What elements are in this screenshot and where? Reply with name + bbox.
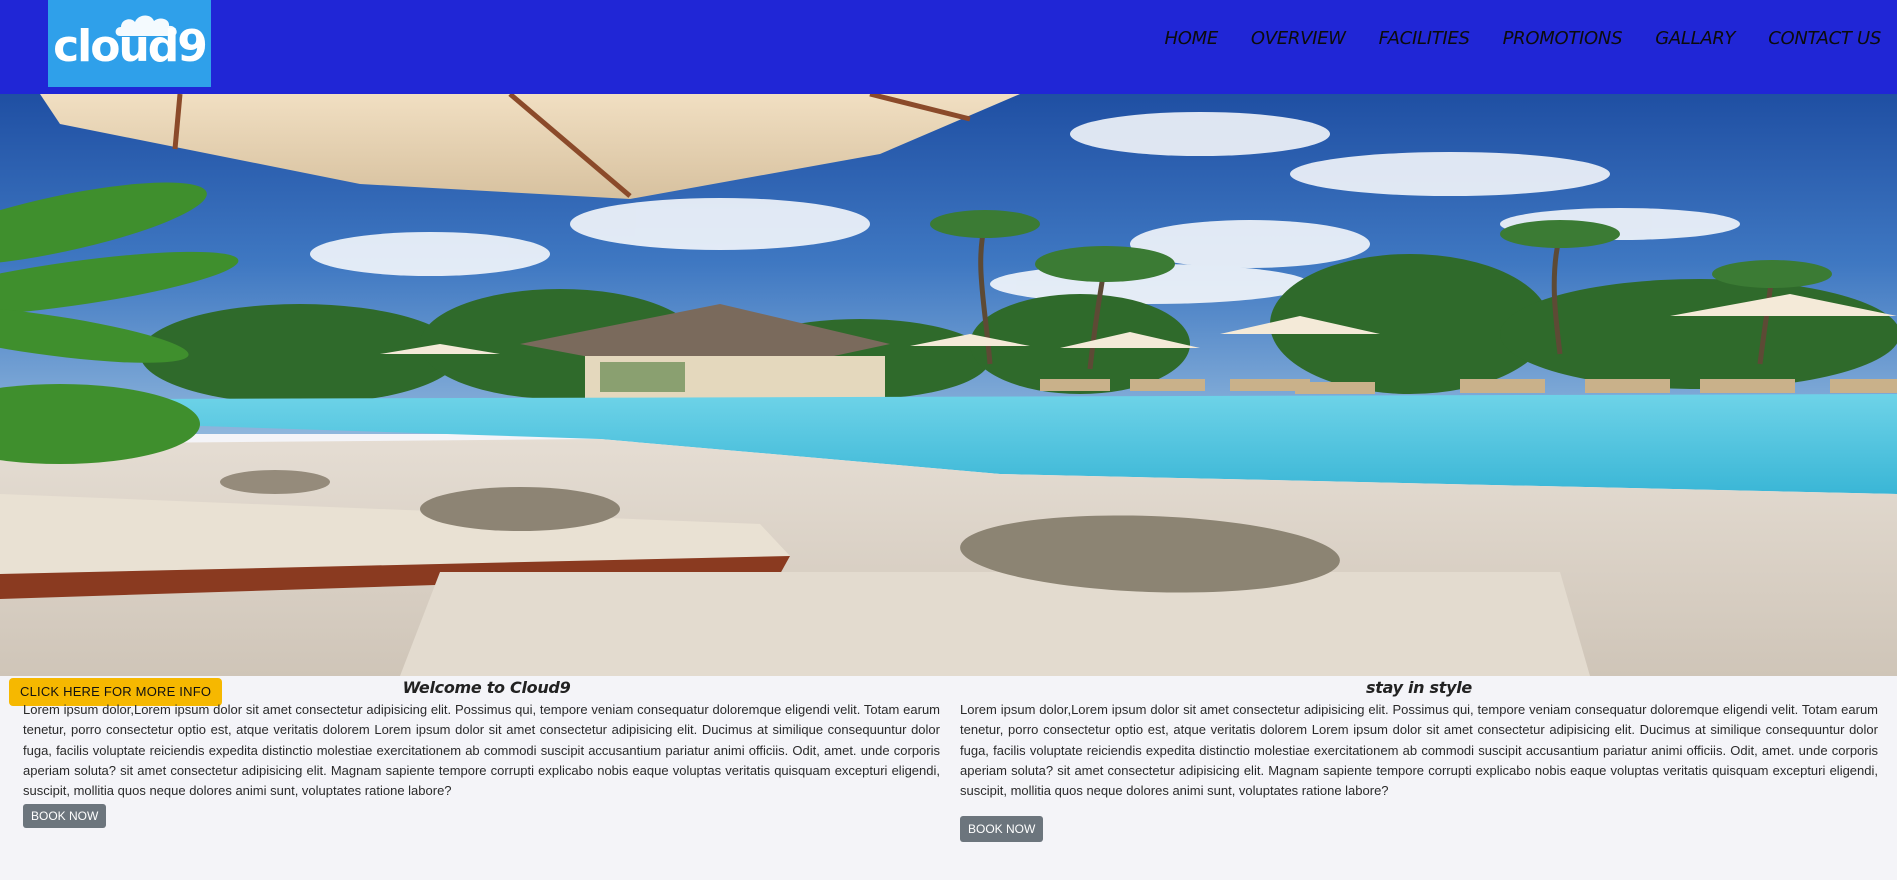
nav-link-gallary[interactable]: GALLARY (1655, 28, 1735, 49)
hero-image (0, 94, 1897, 676)
nav-link-promotions[interactable]: PROMOTIONS (1503, 28, 1623, 49)
main-nav: HOME OVERVIEW FACILITIES PROMOTIONS GALL… (1131, 28, 1881, 49)
nav-link-contact-us[interactable]: CONTACT US (1768, 28, 1881, 49)
brand-logo-text: cloud9 (53, 21, 208, 72)
brand-logo[interactable]: cloud9 (48, 0, 211, 87)
nav-link-facilities[interactable]: FACILITIES (1379, 28, 1470, 49)
welcome-section: Welcome to Cloud9 Lorem ipsum dolor,Lore… (23, 676, 940, 829)
stay-in-style-title: stay in style (1366, 678, 1472, 697)
resort-pool-photo (0, 94, 1897, 676)
stay-in-style-section: stay in style Lorem ipsum dolor,Lorem ip… (960, 676, 1878, 843)
stay-in-style-body: Lorem ipsum dolor,Lorem ipsum dolor sit … (960, 702, 1878, 799)
welcome-body: Lorem ipsum dolor,Lorem ipsum dolor sit … (23, 702, 940, 799)
book-now-button-left[interactable]: BOOK NOW (23, 804, 107, 829)
navbar: cloud9 HOME OVERVIEW FACILITIES PROMOTIO… (0, 0, 1897, 94)
nav-link-home[interactable]: HOME (1164, 28, 1218, 49)
nav-link-overview[interactable]: OVERVIEW (1251, 28, 1346, 49)
welcome-title: Welcome to Cloud9 (402, 678, 571, 697)
book-now-button-right[interactable]: BOOK NOW (960, 816, 1044, 843)
